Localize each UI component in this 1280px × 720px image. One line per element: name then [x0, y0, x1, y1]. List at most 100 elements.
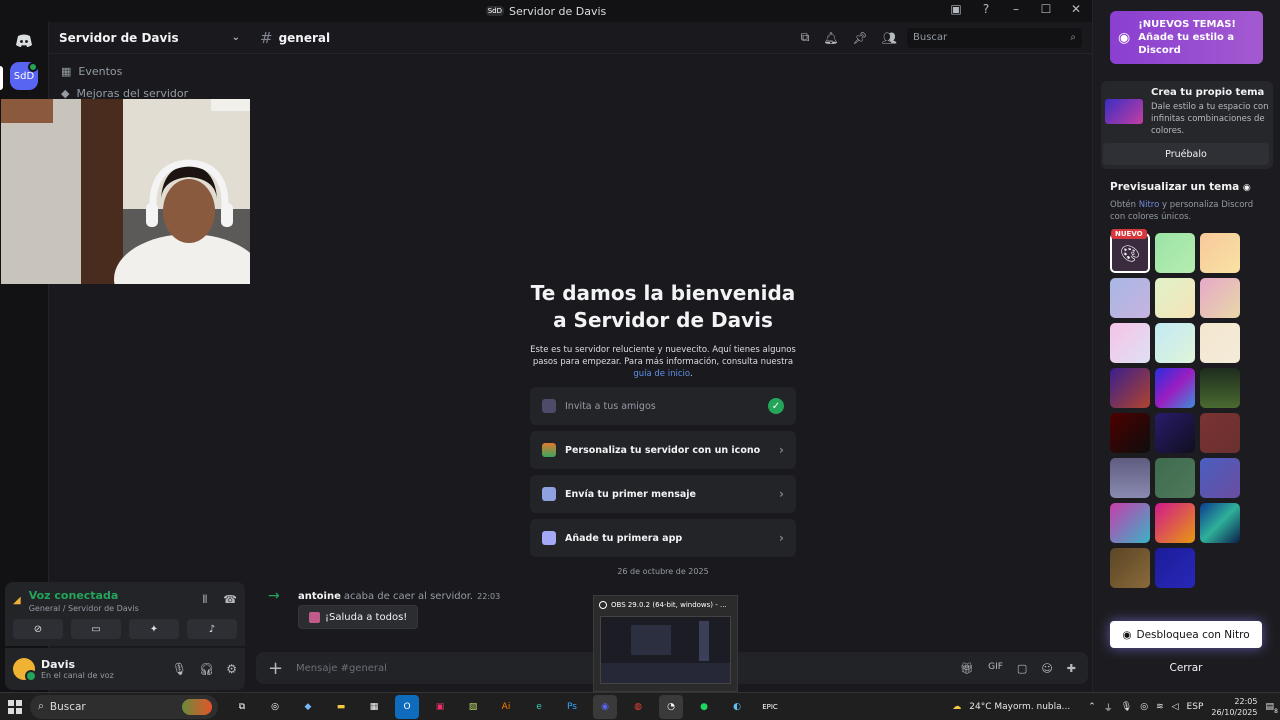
- gif-icon[interactable]: GIF: [988, 662, 1003, 675]
- tray-app-icon[interactable]: ⏚: [1104, 701, 1113, 714]
- minimize-button[interactable]: –: [1008, 2, 1024, 16]
- copilot-icon[interactable]: ◆: [296, 695, 320, 719]
- task-view-icon[interactable]: ⧉: [230, 695, 254, 719]
- taskbar-search[interactable]: ⌕ Buscar: [30, 694, 218, 719]
- username: Davis: [41, 658, 76, 671]
- gift-icon[interactable]: 🎁︎: [960, 662, 974, 675]
- theme-swatch[interactable]: [1110, 413, 1150, 453]
- theme-swatch[interactable]: [1200, 233, 1240, 273]
- discord-taskbar-icon[interactable]: ◉: [593, 694, 617, 719]
- join-username[interactable]: antoine: [298, 591, 341, 602]
- add-attachment-icon[interactable]: +: [268, 658, 296, 679]
- members-icon[interactable]: 👥︎: [882, 31, 897, 45]
- sidebar-item-events[interactable]: ▦ Eventos: [49, 60, 250, 82]
- task-invite-friends[interactable]: Invita a tus amigos ✓: [530, 387, 796, 425]
- theme-swatch[interactable]: [1200, 278, 1240, 318]
- theme-swatch[interactable]: [1155, 548, 1195, 588]
- obs-taskbar-icon[interactable]: ◔: [659, 694, 683, 719]
- bell-icon[interactable]: 🔔︎: [823, 31, 838, 45]
- windows-start-button[interactable]: [0, 699, 30, 714]
- outlook-icon[interactable]: O: [395, 694, 419, 719]
- task-label: Personaliza tu servidor con un icono: [565, 444, 761, 456]
- edge-icon[interactable]: e: [527, 695, 551, 719]
- sticker-icon[interactable]: ▢: [1017, 662, 1027, 675]
- activities-button[interactable]: ✦: [129, 619, 179, 639]
- discord-home-button[interactable]: [9, 26, 39, 56]
- pin-icon[interactable]: 📌︎: [853, 31, 868, 45]
- theme-swatch[interactable]: [1110, 503, 1150, 543]
- search-input[interactable]: Buscar ⌕: [907, 27, 1082, 48]
- wave-button[interactable]: ¡Saluda a todos!: [298, 605, 419, 629]
- theme-swatch[interactable]: [1155, 368, 1195, 408]
- task-label: Invita a tus amigos: [565, 400, 656, 412]
- avatar[interactable]: [13, 658, 37, 682]
- theme-swatch[interactable]: [1110, 548, 1150, 588]
- notifications-icon[interactable]: ▤ 8: [1265, 702, 1278, 715]
- file-explorer-icon[interactable]: ▬: [329, 695, 353, 719]
- threads-icon[interactable]: ⧉: [801, 30, 810, 45]
- obs-taskbar-preview[interactable]: OBS 29.0.2 (64-bit, windows) - ...: [593, 595, 738, 692]
- theme-swatch[interactable]: [1155, 323, 1195, 363]
- custom-theme-swatch[interactable]: 🎨︎: [1110, 233, 1150, 273]
- nitro-link[interactable]: Nitro: [1139, 200, 1160, 210]
- screen-share-icon[interactable]: ▣: [948, 2, 964, 16]
- emoji-icon[interactable]: ☺: [1041, 662, 1052, 675]
- theme-swatch[interactable]: [1200, 413, 1240, 453]
- theme-swatch[interactable]: [1155, 278, 1195, 318]
- theme-swatch[interactable]: [1110, 323, 1150, 363]
- wifi-icon[interactable]: ≋: [1156, 702, 1164, 712]
- image-viewer-icon[interactable]: ▧: [461, 695, 485, 719]
- microphone-icon[interactable]: 🎙︎: [1121, 702, 1132, 712]
- microphone-icon[interactable]: 🎙︎: [172, 662, 187, 676]
- chrome-icon[interactable]: ◍: [626, 695, 650, 719]
- unlock-label: Desbloquea con Nitro: [1136, 628, 1250, 641]
- task-server-icon[interactable]: Personaliza tu servidor con un icono ›: [530, 431, 796, 469]
- app-red-icon[interactable]: ▣: [428, 695, 452, 719]
- language-indicator[interactable]: ESP: [1187, 702, 1204, 712]
- spotify-icon[interactable]: ●: [692, 695, 716, 719]
- disconnect-icon[interactable]: ☎: [223, 593, 237, 607]
- theme-swatch[interactable]: [1155, 413, 1195, 453]
- widgets-icon[interactable]: ◎: [263, 695, 287, 719]
- store-icon[interactable]: ▦: [362, 695, 386, 719]
- illustrator-icon[interactable]: Ai: [494, 695, 518, 719]
- theme-swatch[interactable]: [1200, 458, 1240, 498]
- clock[interactable]: 22:05 26/10/2025: [1211, 696, 1257, 718]
- camera-off-button[interactable]: ⊘: [13, 619, 63, 639]
- theme-swatch[interactable]: [1110, 458, 1150, 498]
- soundboard-button[interactable]: ♪: [187, 619, 237, 639]
- theme-swatch[interactable]: [1155, 233, 1195, 273]
- speaker-icon[interactable]: ◎: [1140, 702, 1148, 712]
- guide-link[interactable]: guía de inicio: [633, 369, 690, 379]
- theme-swatch[interactable]: [1155, 503, 1195, 543]
- close-button[interactable]: Cerrar: [1110, 657, 1262, 679]
- server-header[interactable]: Servidor de Davis ⌄: [49, 22, 250, 54]
- task-first-message[interactable]: Envía tu primer mensaje ›: [530, 475, 796, 513]
- settings-gear-icon[interactable]: ⚙: [226, 662, 237, 676]
- headphones-icon[interactable]: 🎧︎: [199, 662, 214, 676]
- volume-icon[interactable]: ◁: [1172, 702, 1179, 712]
- unlock-with-nitro-button[interactable]: ◉ Desbloquea con Nitro: [1110, 621, 1262, 648]
- weather-text[interactable]: 24°C Mayorm. nubla...: [969, 702, 1070, 712]
- noise-suppression-icon[interactable]: ⦀: [202, 593, 207, 607]
- screen-share-button[interactable]: ▭: [71, 619, 121, 639]
- epic-games-icon[interactable]: EPIC: [758, 695, 782, 719]
- theme-swatch[interactable]: [1110, 368, 1150, 408]
- help-icon[interactable]: ?: [978, 2, 994, 16]
- theme-swatch[interactable]: [1155, 458, 1195, 498]
- message-input[interactable]: Mensaje #general: [296, 663, 387, 674]
- theme-swatch[interactable]: [1200, 368, 1240, 408]
- steam-icon[interactable]: ◐: [725, 695, 749, 719]
- try-it-button[interactable]: Pruébalo: [1103, 143, 1269, 165]
- theme-swatch[interactable]: [1110, 278, 1150, 318]
- photoshop-icon[interactable]: Ps: [560, 695, 584, 719]
- task-first-app[interactable]: Añade tu primera app ›: [530, 519, 796, 557]
- tray-arrow-icon[interactable]: ⌃: [1088, 702, 1096, 712]
- apps-icon[interactable]: ✚: [1067, 662, 1076, 675]
- close-window-button[interactable]: ✕: [1068, 2, 1084, 16]
- maximize-button[interactable]: ☐: [1038, 2, 1054, 16]
- palette-icon: 🎨︎: [1119, 243, 1141, 263]
- voice-channel[interactable]: General / Servidor de Davis: [29, 604, 139, 613]
- theme-swatch[interactable]: [1200, 323, 1240, 363]
- theme-swatch[interactable]: [1200, 503, 1240, 543]
